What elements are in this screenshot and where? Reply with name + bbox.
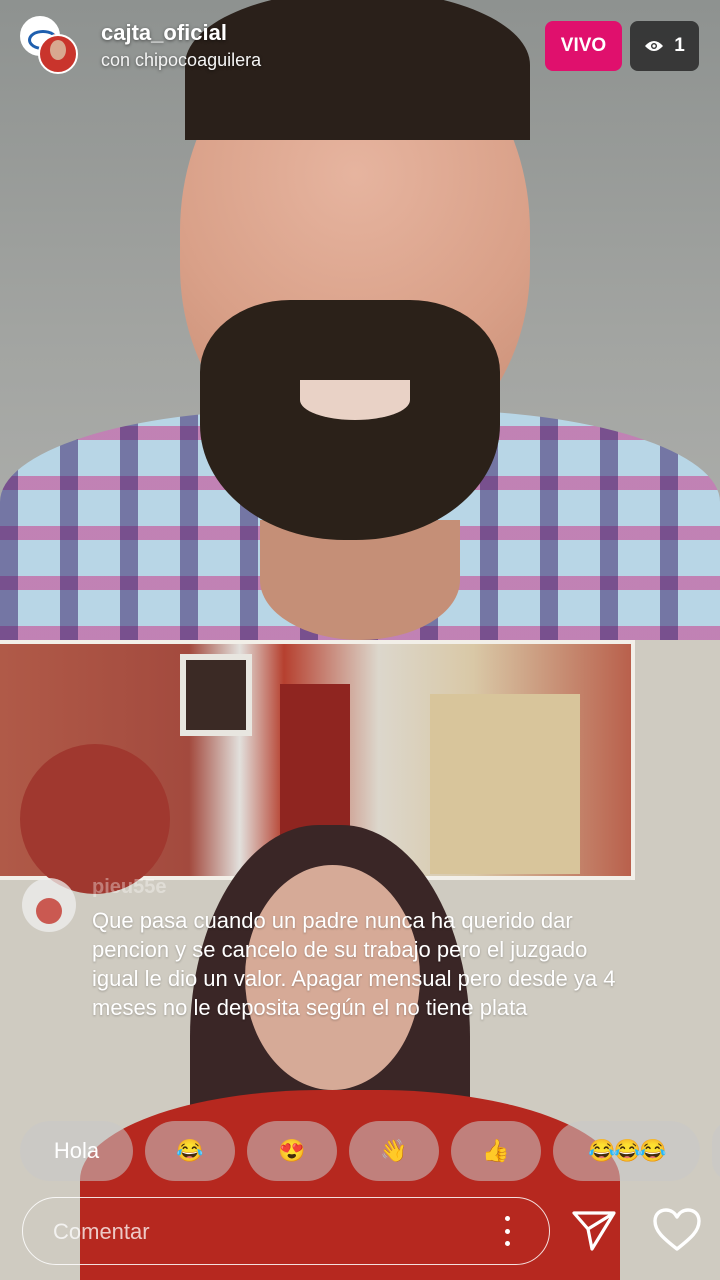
commenter-username[interactable]: pieu55e [92,876,166,899]
comment-text: Que pasa cuando un padre nunca ha querid… [92,908,616,1020]
painting-shape [20,744,170,894]
reaction-wave[interactable]: 👋 [349,1121,439,1181]
painting-shape [430,694,580,874]
comment-composer [22,1197,550,1266]
reaction-triple-laugh[interactable]: 😂😂😂 [553,1121,700,1181]
live-header: cajta_oficial con chipocoaguilera VIVO 1 [0,0,720,100]
send-icon[interactable] [571,1207,617,1253]
viewer-count: 1 [674,35,685,56]
heart-icon[interactable] [652,1207,702,1253]
quick-reactions-bar: Hola 😂 😍 👋 👍 😂😂😂 [20,1121,720,1181]
reaction-laugh[interactable]: 😂 [145,1121,235,1181]
host-beard [200,300,500,540]
reaction-thumbs-up[interactable]: 👍 [451,1121,541,1181]
guest-subtitle[interactable]: con chipocoaguilera [101,50,261,71]
more-vertical-icon[interactable] [499,1216,515,1246]
viewer-count-badge[interactable]: 1 [630,21,699,71]
eye-icon [645,41,664,51]
reaction-heart-eyes[interactable]: 😍 [247,1121,337,1181]
guest-avatar[interactable] [38,34,78,74]
live-badge: VIVO [545,21,622,71]
reaction-hola[interactable]: Hola [20,1121,133,1181]
reaction-more[interactable] [712,1121,720,1181]
commenter-avatar[interactable] [22,878,76,932]
comment-input[interactable] [51,1198,475,1266]
painting-shape [180,654,252,736]
host-mouth [300,380,410,420]
host-username[interactable]: cajta_oficial [101,20,227,46]
